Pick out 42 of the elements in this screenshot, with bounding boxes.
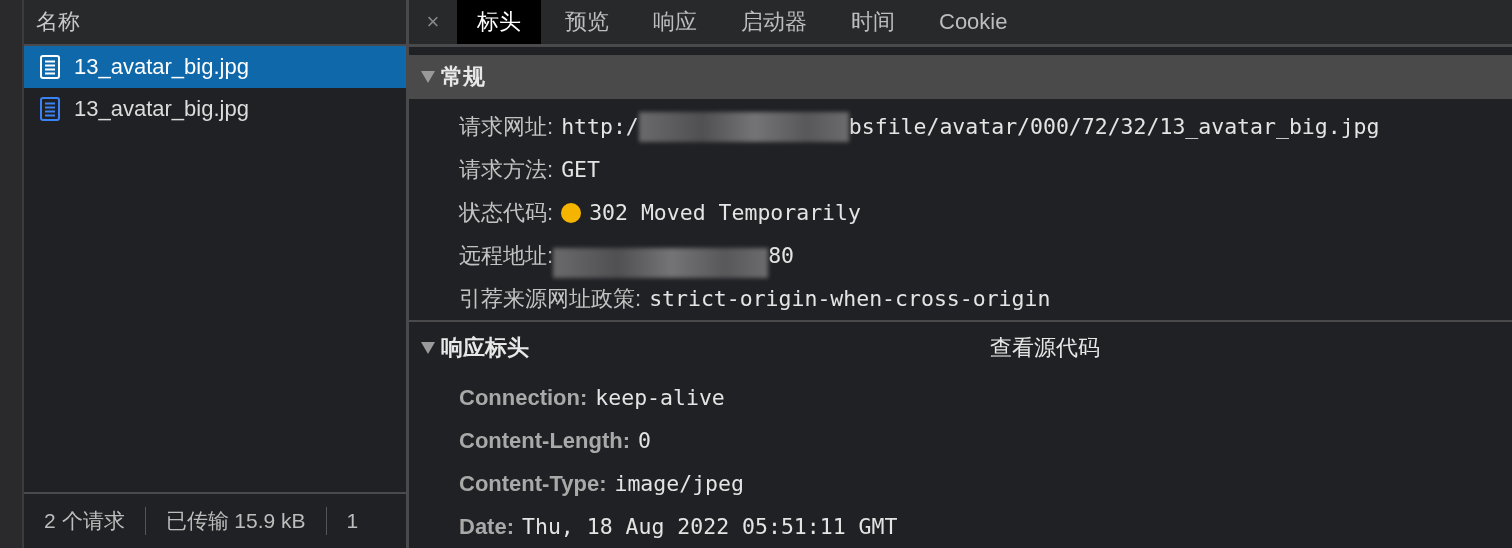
field-value: 302 Moved Temporarily (589, 200, 861, 225)
status-text: 2 个请求 (44, 507, 146, 535)
header-value: 0 (638, 428, 651, 453)
field-value: 80 (768, 243, 794, 268)
section-title: 常规 (441, 63, 485, 91)
field-value: bsfile/avatar/000/72/32/13_avatar_big.jpg (848, 114, 1380, 139)
header-name: Connection: (459, 384, 588, 411)
column-header[interactable]: 名称 (36, 7, 80, 37)
request-name: 13_avatar_big.jpg (74, 54, 249, 80)
field-label: 请求网址: (459, 112, 554, 141)
triangle-icon[interactable] (421, 342, 435, 354)
document-icon (40, 97, 60, 121)
tab[interactable]: 标头 (457, 0, 541, 44)
triangle-icon[interactable] (421, 71, 435, 83)
tab[interactable]: 启动器 (721, 0, 827, 44)
field-label: 请求方法: (459, 155, 554, 184)
field-value: http:/ (561, 114, 639, 139)
section-title: 响应标头 (441, 334, 529, 362)
close-button[interactable]: × (409, 9, 457, 35)
request-row[interactable]: 13_avatar_big.jpg (24, 46, 406, 88)
header-value: image/jpeg (614, 471, 744, 496)
field-label: 远程地址: (459, 241, 554, 270)
section-header[interactable]: 常规 (409, 55, 1512, 99)
tab[interactable]: 响应 (633, 0, 717, 44)
tab[interactable]: 预览 (545, 0, 629, 44)
field-value: strict-origin-when-cross-origin (649, 286, 1051, 311)
tab[interactable]: 时间 (831, 0, 915, 44)
view-source-link[interactable]: 查看源代码 (990, 333, 1100, 363)
header-value: Thu, 18 Aug 2022 05:51:11 GMT (522, 514, 898, 539)
request-name: 13_avatar_big.jpg (74, 96, 249, 122)
field-label: 引荐来源网址政策: (459, 284, 642, 313)
header-name: Content-Length: (459, 427, 631, 454)
document-icon (40, 55, 60, 79)
field-value: GET (561, 157, 600, 182)
status-text: 已传输 15.9 kB (165, 507, 327, 535)
tab[interactable]: Cookie (919, 0, 1028, 44)
status-text: 1 (346, 509, 359, 533)
request-row[interactable]: 13_avatar_big.jpg (24, 88, 406, 130)
field-label: 状态代码: (459, 198, 554, 227)
header-value: keep-alive (595, 385, 725, 410)
header-name: Date: (459, 513, 514, 540)
header-name: Content-Type: (459, 470, 607, 497)
